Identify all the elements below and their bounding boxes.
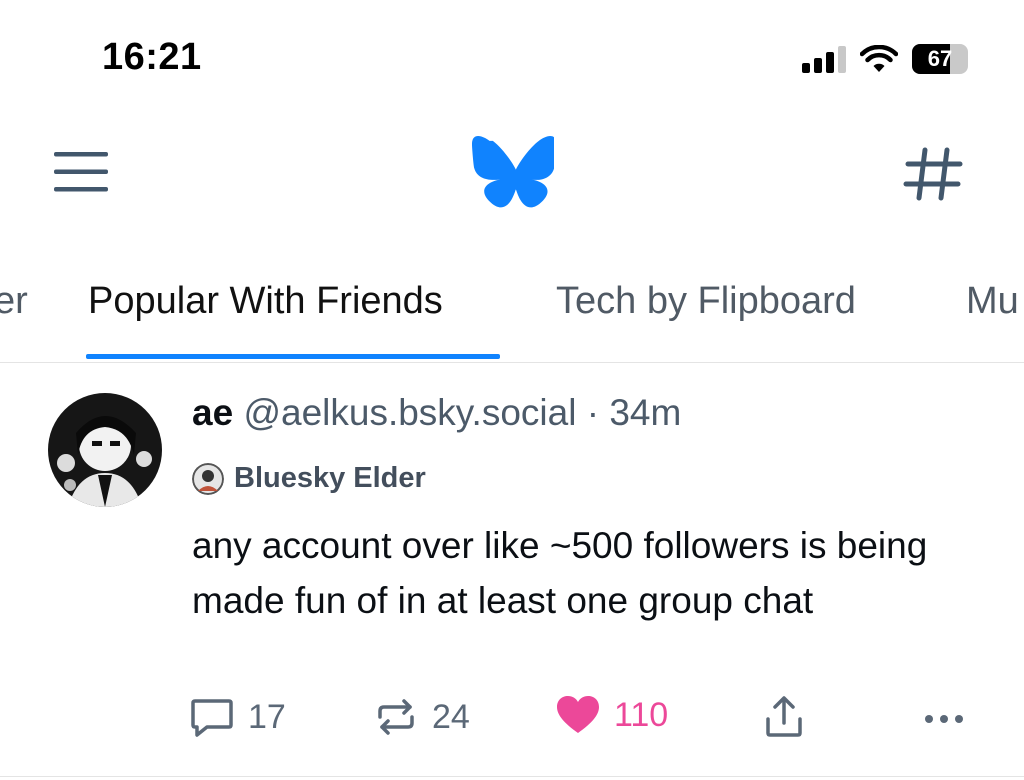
battery-indicator: 67: [912, 44, 968, 74]
badge-avatar-icon: [192, 462, 224, 495]
cellular-signal-icon: [802, 45, 846, 73]
reply-count: 17: [248, 697, 286, 736]
badge-label: Bluesky Elder: [234, 462, 426, 494]
share-button[interactable]: [762, 695, 806, 739]
reply-button[interactable]: 17: [190, 695, 286, 739]
more-options-button[interactable]: [920, 695, 968, 739]
status-time: 16:21: [102, 36, 202, 78]
post-badge: Bluesky Elder: [192, 462, 426, 495]
repost-icon: [378, 699, 414, 735]
post-meta-separator: ·: [586, 392, 600, 433]
status-indicators: 67: [802, 42, 968, 76]
post-timestamp[interactable]: 34m: [609, 392, 681, 433]
post-text: any account over like ~500 followers is …: [192, 525, 928, 621]
battery-level: 67: [927, 46, 953, 71]
avatar-image: [48, 393, 162, 507]
feeds-button[interactable]: [902, 146, 964, 202]
tab-popular-with-friends[interactable]: Popular With Friends: [88, 280, 443, 323]
wifi-icon: [860, 45, 898, 72]
active-tab-indicator: [86, 354, 500, 359]
post-actions: 17 24 110: [0, 695, 1024, 747]
repost-button[interactable]: 24: [374, 695, 470, 739]
battery-icon: 67: [912, 44, 968, 74]
menu-button[interactable]: [52, 150, 112, 194]
hashtag-icon: [903, 147, 963, 201]
tab-previous[interactable]: er: [0, 280, 28, 323]
post-author-name[interactable]: ae: [192, 392, 233, 433]
avatar[interactable]: [48, 393, 162, 507]
post-author-handle[interactable]: @aelkus.bsky.social: [243, 392, 576, 433]
tab-tech-by-flipboard[interactable]: Tech by Flipboard: [556, 280, 856, 323]
post-header: ae @aelkus.bsky.social · 34m: [192, 392, 681, 434]
ellipsis-icon: [925, 715, 963, 723]
tab-next[interactable]: Mu: [966, 280, 1019, 323]
screen: 16:21 67 er Popular With Friends Tech by…: [0, 0, 1024, 780]
like-button[interactable]: 110: [556, 695, 668, 735]
hamburger-menu-icon: [54, 152, 108, 192]
feed-tabs: er Popular With Friends Tech by Flipboar…: [0, 270, 1024, 363]
reply-icon: [191, 699, 233, 737]
like-count: 110: [614, 695, 669, 734]
heart-filled-icon: [557, 696, 599, 733]
bluesky-butterfly-icon[interactable]: [472, 134, 554, 208]
share-icon: [766, 696, 802, 737]
post-divider: [0, 776, 1024, 777]
repost-count: 24: [432, 697, 470, 736]
